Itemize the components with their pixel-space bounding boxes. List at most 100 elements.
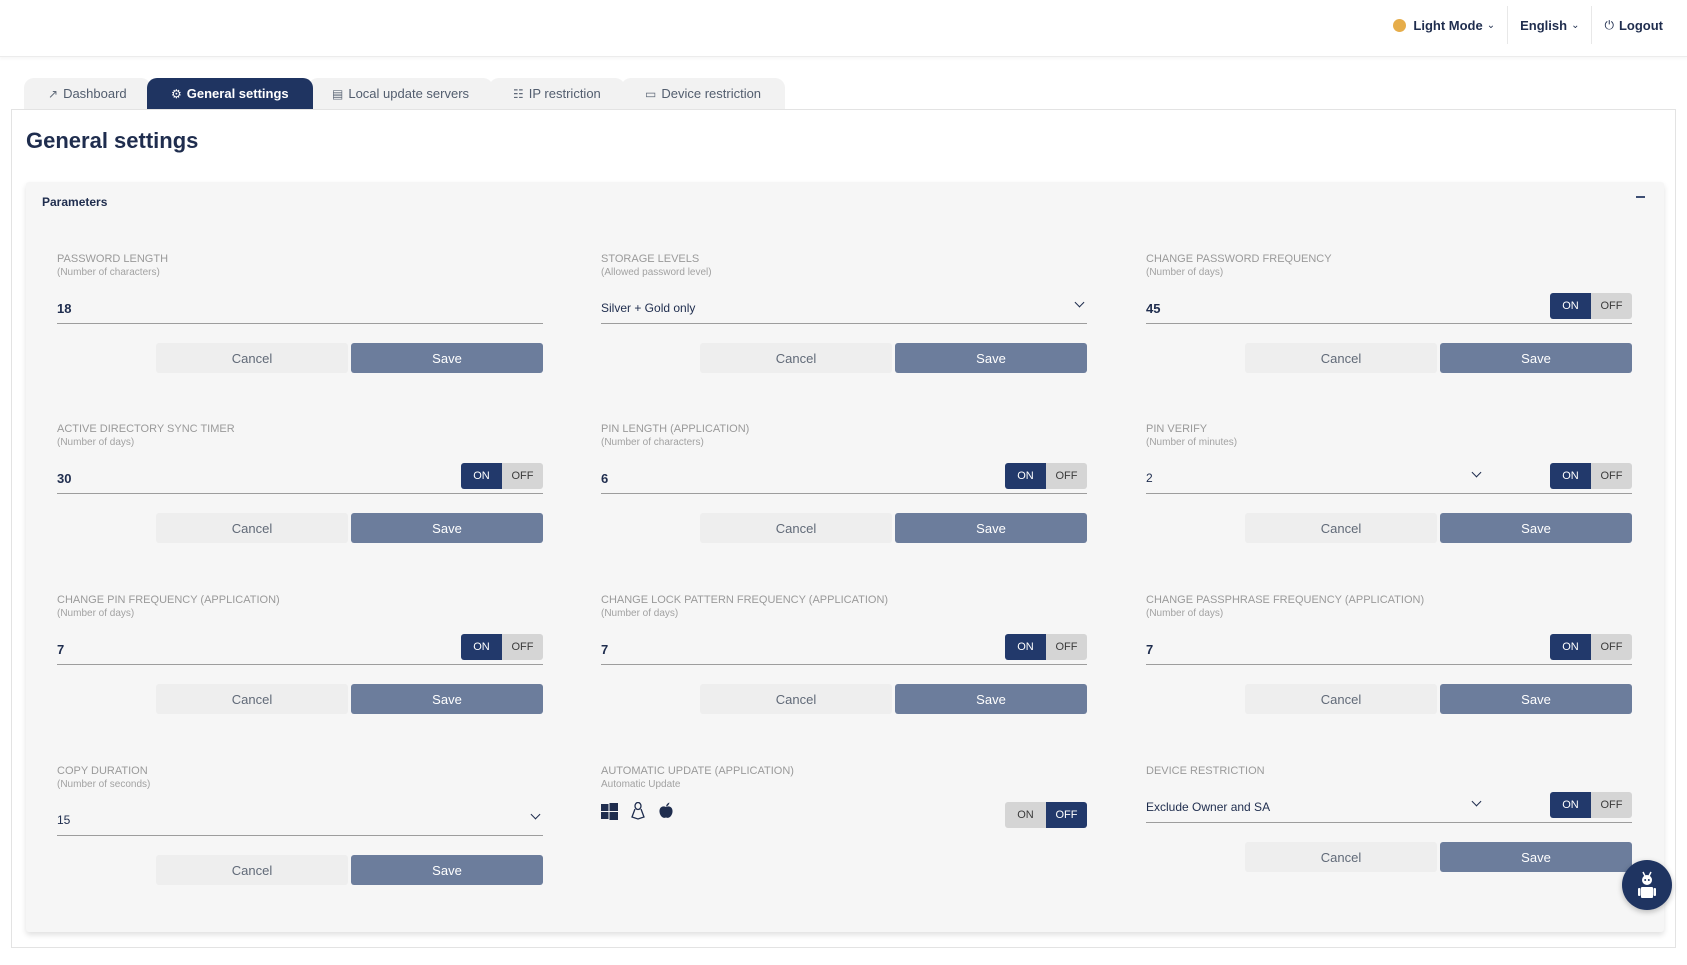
cancel-button[interactable]: Cancel (700, 684, 892, 714)
input-change-pin-frequency-application[interactable]: 7 ON OFF (57, 629, 543, 665)
save-button[interactable]: Save (895, 684, 1087, 714)
logout-button[interactable]: ⏻ Logout (1592, 6, 1675, 44)
save-button[interactable]: Save (351, 684, 543, 714)
on-off-toggle[interactable]: ON OFF (1550, 634, 1632, 660)
field-value: 7 (57, 642, 65, 657)
theme-mode-label: Light Mode (1413, 17, 1483, 33)
windows-icon (601, 802, 618, 820)
chatbot-button[interactable] (1622, 860, 1672, 910)
server-icon: ▤ (332, 86, 344, 101)
toggle-off[interactable]: OFF (1591, 293, 1632, 319)
field-storage-levels: STORAGE LEVELS (Allowed password level) Si… (601, 253, 1087, 373)
field-sublabel: (Allowed password level) (601, 267, 712, 278)
save-button[interactable]: Save (1440, 513, 1632, 543)
save-button[interactable]: Save (1440, 343, 1632, 373)
tab-ip-restriction[interactable]: ☷ IP restriction (489, 78, 626, 109)
field-sublabel: (Number of minutes) (1146, 437, 1238, 448)
field-value: 2 (1146, 471, 1153, 485)
cancel-button[interactable]: Cancel (156, 855, 348, 885)
save-button[interactable]: Save (351, 343, 543, 373)
toggle-off[interactable]: OFF (1046, 802, 1087, 828)
chevron-down-icon[interactable] (531, 811, 541, 821)
tab-label: IP restriction (529, 86, 602, 101)
tab-local-update-servers[interactable]: ▤ Local update servers (308, 78, 494, 109)
on-off-toggle[interactable]: ON OFF (1005, 634, 1087, 660)
toggle-off[interactable]: OFF (1591, 792, 1632, 818)
field-actions: Cancel Save (1245, 842, 1632, 872)
cancel-button[interactable]: Cancel (1245, 684, 1437, 714)
save-button[interactable]: Save (351, 855, 543, 885)
cancel-button[interactable]: Cancel (700, 513, 892, 543)
cancel-button[interactable]: Cancel (156, 513, 348, 543)
select-storage-levels[interactable]: Silver + Gold only (601, 288, 1087, 324)
cancel-button[interactable]: Cancel (1245, 842, 1437, 872)
cancel-button[interactable]: Cancel (156, 684, 348, 714)
field-label: PASSWORD LENGTH (57, 253, 169, 265)
toggle-off[interactable]: OFF (1591, 634, 1632, 660)
input-change-passphrase-frequency-application[interactable]: 7 ON OFF (1146, 629, 1632, 665)
field-value: 6 (601, 471, 609, 486)
toggle-off[interactable]: OFF (1046, 463, 1087, 489)
panel-title: Parameters (42, 195, 108, 209)
toggle-on[interactable]: ON (1005, 634, 1046, 660)
field-label: PIN LENGTH (APPLICATION) (601, 423, 750, 435)
select-device-restriction[interactable]: Exclude Owner and SA ON OFF (1146, 787, 1632, 823)
toggle-on[interactable]: ON (1005, 802, 1046, 828)
collapse-icon[interactable] (1634, 190, 1648, 204)
toggle-on[interactable]: ON (1550, 634, 1591, 660)
tab-general-settings[interactable]: ⚙ General settings (146, 78, 313, 109)
chevron-down-icon[interactable] (1472, 469, 1482, 479)
theme-mode-dropdown[interactable]: Light Mode ⌄ (1381, 6, 1507, 44)
page-title: General settings (26, 128, 199, 153)
field-label: PIN VERIFY (1146, 423, 1208, 435)
field-sublabel: (Number of days) (1146, 608, 1224, 619)
on-off-toggle[interactable]: ON OFF (1550, 293, 1632, 319)
cancel-button[interactable]: Cancel (700, 343, 892, 373)
language-dropdown[interactable]: English ⌄ (1508, 6, 1591, 44)
chevron-down-icon[interactable] (1472, 798, 1482, 808)
toggle-on[interactable]: ON (461, 463, 502, 489)
toggle-on[interactable]: ON (1005, 463, 1046, 489)
toggle-on[interactable]: ON (1550, 792, 1591, 818)
toggle-off[interactable]: OFF (502, 634, 543, 660)
toggle-off[interactable]: OFF (1591, 463, 1632, 489)
toggle-on[interactable]: ON (461, 634, 502, 660)
os-icons (601, 802, 674, 820)
input-pin-length-application[interactable]: 6 ON OFF (601, 458, 1087, 494)
input-active-directory-sync-timer[interactable]: 30 ON OFF (57, 458, 543, 494)
select-pin-verify[interactable]: 2 ON OFF (1146, 458, 1632, 494)
toggle-off[interactable]: OFF (502, 463, 543, 489)
input-password-length[interactable]: 18 (57, 288, 543, 324)
toggle-on[interactable]: ON (1550, 293, 1591, 319)
on-off-toggle[interactable]: ON OFF (461, 463, 543, 489)
tab-label: Local update servers (348, 86, 470, 101)
save-button[interactable]: Save (351, 513, 543, 543)
select-copy-duration[interactable]: 15 (57, 800, 543, 836)
toggle-off[interactable]: OFF (1046, 634, 1087, 660)
save-button[interactable]: Save (1440, 842, 1632, 872)
save-button[interactable]: Save (895, 513, 1087, 543)
sun-dot-icon (1393, 18, 1407, 32)
tab-device-restriction[interactable]: ▭ Device restriction (621, 78, 786, 109)
toggle-on[interactable]: ON (1550, 463, 1591, 489)
field-change-passphrase-frequency-application: CHANGE PASSPHRASE FREQUENCY (APPLICATION… (1146, 594, 1632, 714)
logout-label: Logout (1618, 17, 1663, 33)
cancel-button[interactable]: Cancel (156, 343, 348, 373)
input-change-lock-pattern-frequency-application[interactable]: 7 ON OFF (601, 629, 1087, 665)
field-change-pin-frequency-application: CHANGE PIN FREQUENCY (APPLICATION) (Numbe… (57, 594, 543, 714)
on-off-toggle[interactable]: ON OFF (1005, 463, 1087, 489)
on-off-toggle[interactable]: ON OFF (461, 634, 543, 660)
power-icon: ⏻ (1604, 17, 1614, 32)
save-button[interactable]: Save (895, 343, 1087, 373)
field-label: CHANGE PASSWORD FREQUENCY (1146, 253, 1332, 265)
cancel-button[interactable]: Cancel (1245, 343, 1437, 373)
input-change-password-frequency[interactable]: 45 ON OFF (1146, 288, 1632, 324)
tab-dashboard[interactable]: ↗ Dashboard (24, 78, 151, 109)
on-off-toggle[interactable]: ON OFF (1550, 463, 1632, 489)
on-off-toggle[interactable]: ON OFF (1005, 802, 1087, 828)
cancel-button[interactable]: Cancel (1245, 513, 1437, 543)
field-actions: Cancel Save (1245, 343, 1632, 373)
on-off-toggle[interactable]: ON OFF (1550, 792, 1632, 818)
chevron-down-icon[interactable] (1075, 299, 1085, 309)
save-button[interactable]: Save (1440, 684, 1632, 714)
